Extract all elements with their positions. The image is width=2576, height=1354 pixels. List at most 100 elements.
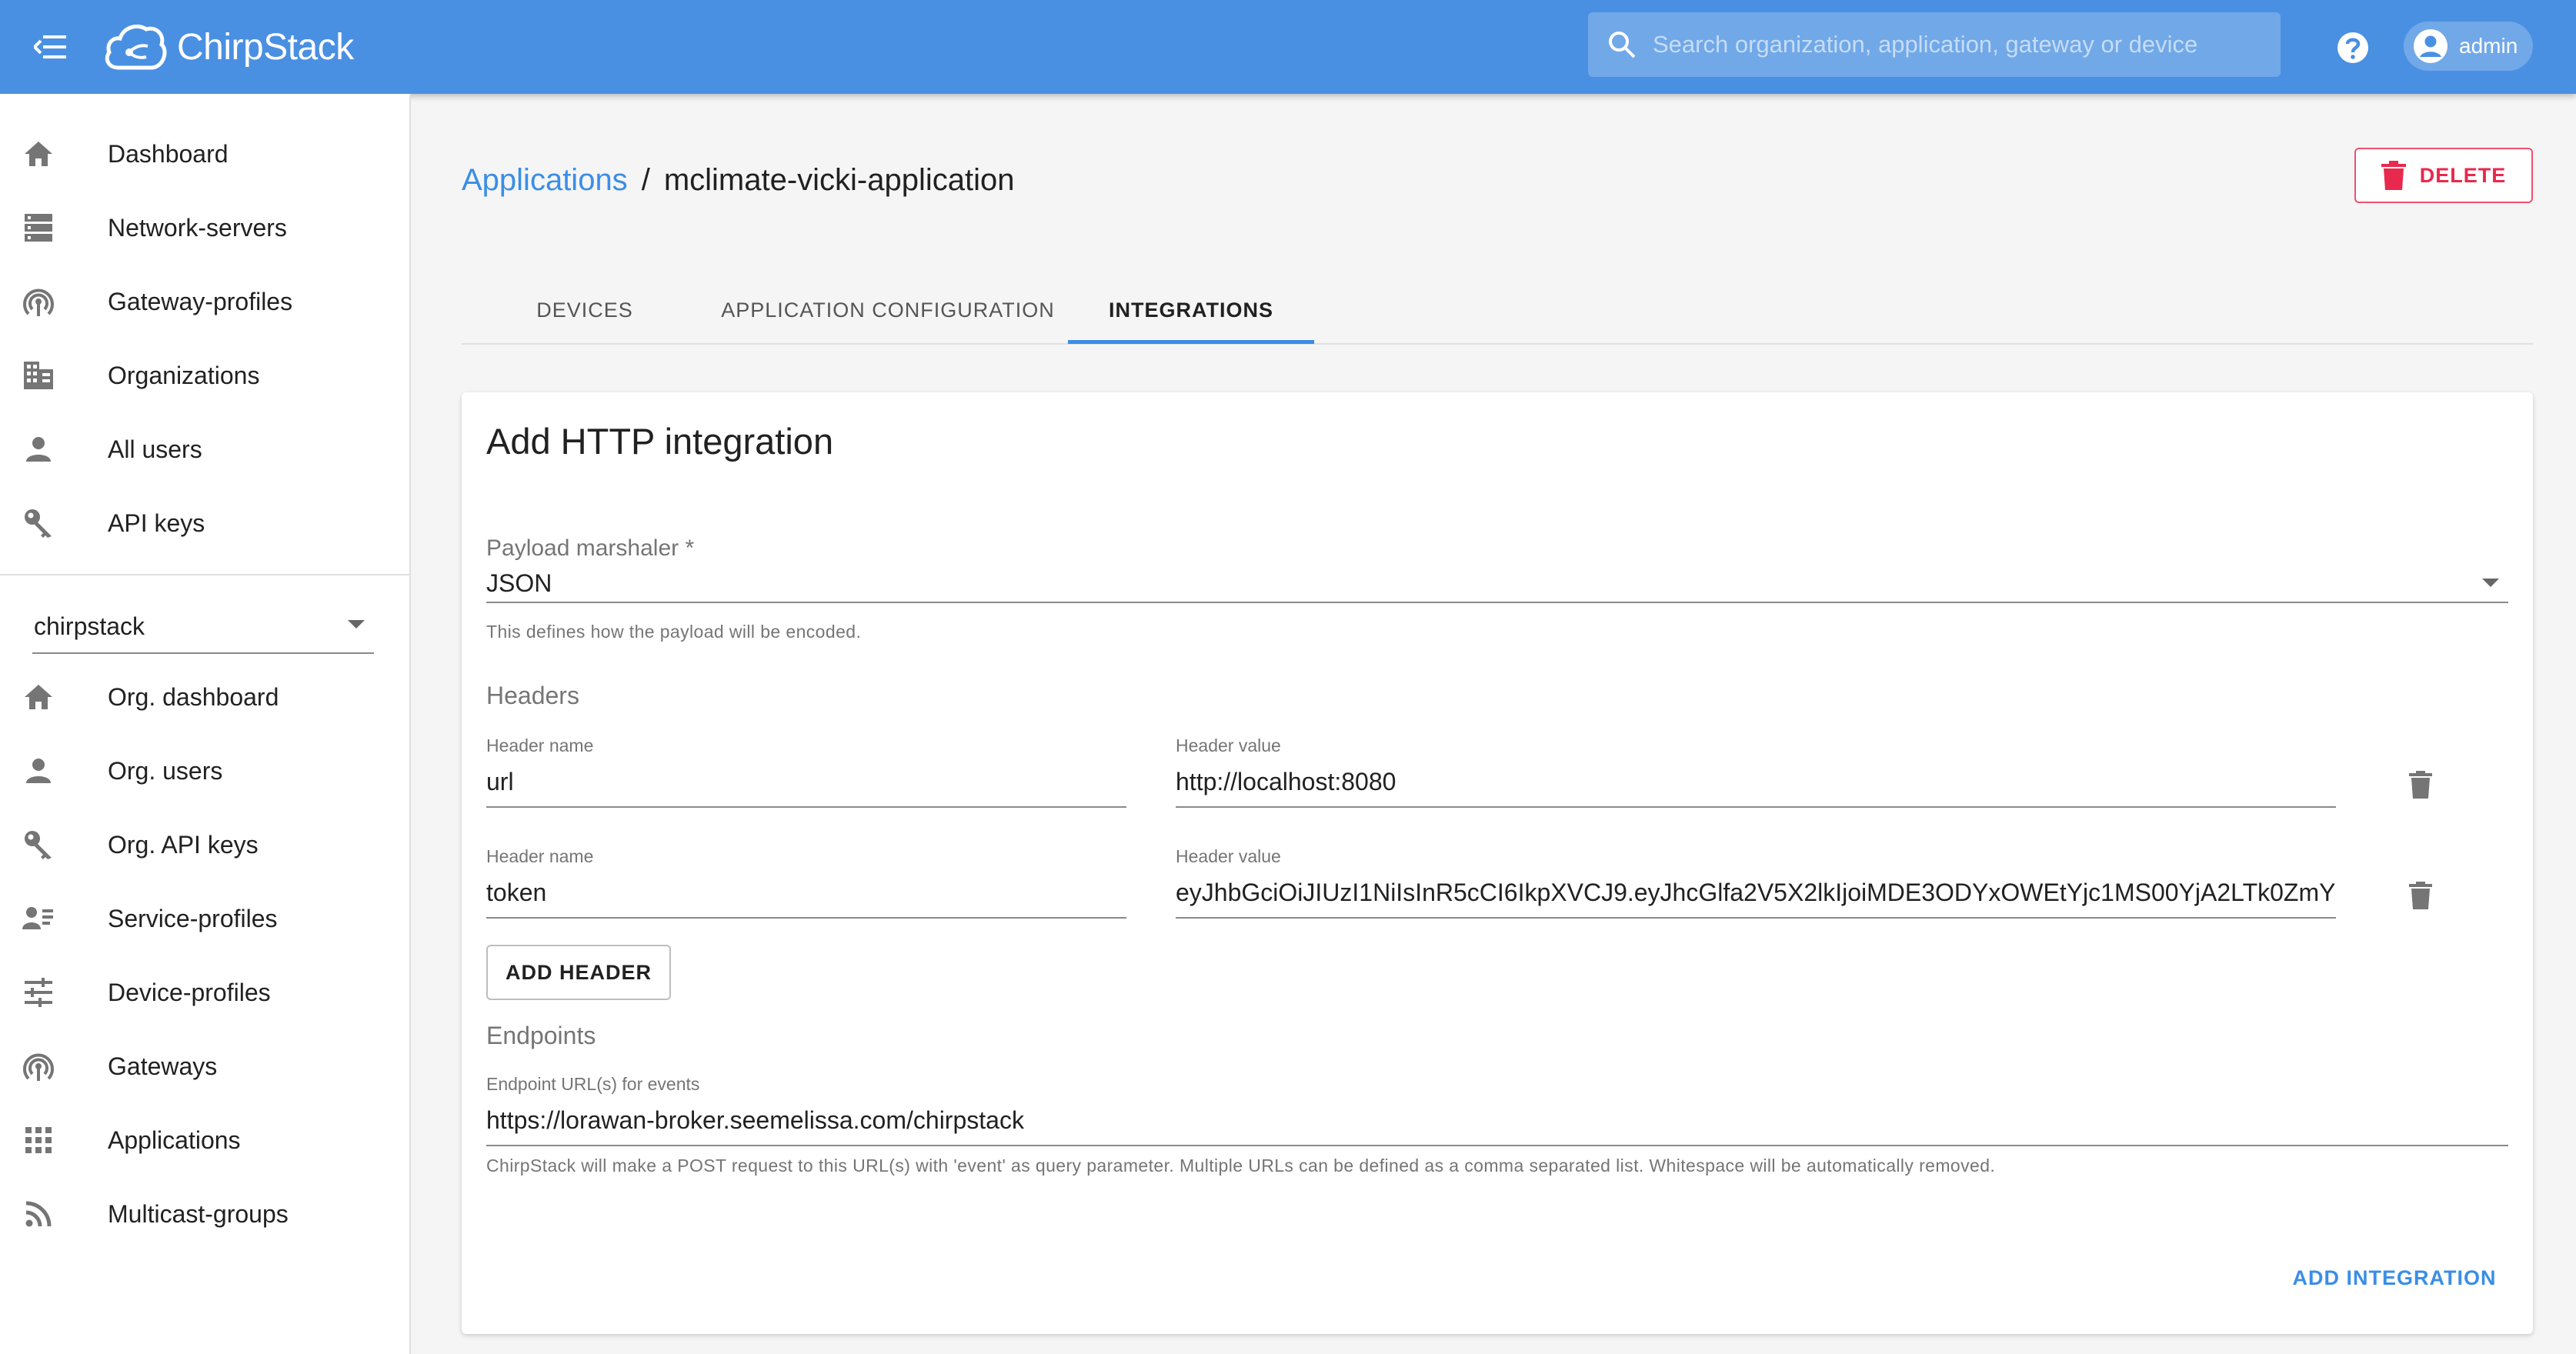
form-title: Add HTTP integration (486, 421, 834, 462)
help-button[interactable] (2331, 26, 2374, 69)
sidebar: Dashboard Network-servers Gateway-profil… (0, 94, 411, 1354)
dropdown-arrow-icon (2482, 579, 2499, 587)
payload-marshaler-value: JSON (486, 569, 552, 597)
key-icon (20, 826, 57, 863)
field-underline (486, 806, 1126, 808)
header-value-label: Header value (1176, 735, 1281, 755)
help-circle-icon (2337, 32, 2368, 63)
sidebar-item-label: Multicast-groups (108, 1199, 289, 1228)
active-tab-indicator (1068, 340, 1314, 344)
sidebar-item-org-api-keys[interactable]: Org. API keys (0, 808, 409, 882)
menu-open-icon (34, 35, 66, 58)
sidebar-item-label: Gateways (108, 1052, 218, 1080)
sidebar-item-label: Service-profiles (108, 904, 278, 932)
sidebar-divider (0, 574, 409, 575)
brand-name: ChirpStack (177, 26, 354, 68)
header-name-field: Header name (486, 846, 1126, 920)
http-integration-form: Add HTTP integration Payload marshaler *… (462, 392, 2533, 1334)
sidebar-item-all-users[interactable]: All users (0, 412, 409, 486)
sidebar-item-label: Org. users (108, 756, 223, 785)
organization-select-value: chirpstack (34, 612, 145, 640)
delete-button[interactable]: DELETE (2354, 148, 2533, 203)
payload-marshaler-helper: This defines how the payload will be enc… (486, 622, 862, 642)
header-name-field: Header name (486, 735, 1126, 809)
sidebar-item-label: Applications (108, 1126, 241, 1154)
endpoint-url-label: Endpoint URL(s) for events (486, 1074, 700, 1094)
header-value-field: Header value (1176, 735, 2336, 809)
username: admin (2459, 34, 2518, 58)
add-integration-button[interactable]: ADD INTEGRATION (2279, 1245, 2510, 1311)
field-underline (1176, 917, 2336, 919)
header-name-input[interactable] (486, 765, 1126, 799)
user-menu[interactable]: admin (2404, 22, 2533, 71)
breadcrumb: Applications / mclimate-vicki-applicatio… (462, 163, 1015, 198)
tab-integrations[interactable]: INTEGRATIONS (1068, 275, 1314, 345)
application-tabs: DEVICES APPLICATION CONFIGURATION INTEGR… (462, 275, 2533, 345)
sidebar-item-dashboard[interactable]: Dashboard (0, 117, 409, 191)
account-details-icon (20, 900, 57, 937)
person-icon (20, 431, 57, 468)
app-bar: ChirpStack admin (0, 0, 2576, 94)
header-name-label: Header name (486, 735, 594, 755)
trash-icon (2381, 161, 2406, 190)
sidebar-item-org-dashboard[interactable]: Org. dashboard (0, 660, 409, 734)
header-value-input[interactable] (1176, 875, 2336, 909)
header-value-input[interactable] (1176, 765, 2336, 799)
header-value-field: Header value (1176, 846, 2336, 920)
sidebar-item-service-profiles[interactable]: Service-profiles (0, 882, 409, 955)
home-icon (20, 135, 57, 172)
endpoint-url-field: Endpoint URL(s) for events (486, 1074, 2508, 1148)
tab-devices[interactable]: DEVICES (462, 275, 708, 345)
brand-logo[interactable]: ChirpStack (102, 14, 354, 80)
broadcast-icon (20, 1048, 57, 1085)
endpoints-section-title: Endpoints (486, 1022, 596, 1049)
breadcrumb-separator: / (641, 163, 650, 197)
chirpstack-logo-icon (105, 25, 167, 70)
search-icon (1602, 25, 1642, 65)
payload-marshaler-select[interactable]: Payload marshaler * JSON (486, 535, 2508, 605)
remove-header-button[interactable] (2401, 765, 2441, 805)
sidebar-item-label: Network-servers (108, 213, 287, 242)
sidebar-item-api-keys[interactable]: API keys (0, 486, 409, 560)
search-input[interactable] (1642, 12, 2281, 77)
key-icon (20, 505, 57, 542)
page-title: mclimate-vicki-application (663, 163, 1015, 197)
account-circle-icon (2411, 27, 2450, 65)
delete-button-label: DELETE (2419, 163, 2507, 187)
remove-header-button[interactable] (2401, 875, 2441, 915)
sidebar-item-applications[interactable]: Applications (0, 1103, 409, 1177)
sidebar-item-multicast-groups[interactable]: Multicast-groups (0, 1177, 409, 1251)
sidebar-item-gateway-profiles[interactable]: Gateway-profiles (0, 265, 409, 338)
payload-marshaler-label: Payload marshaler * (486, 535, 695, 561)
rss-icon (20, 1196, 57, 1232)
sidebar-item-label: Dashboard (108, 139, 229, 168)
sidebar-item-network-servers[interactable]: Network-servers (0, 191, 409, 265)
field-underline (486, 917, 1126, 919)
header-value-label: Header value (1176, 846, 1281, 866)
endpoint-url-input[interactable] (486, 1103, 2508, 1137)
apps-grid-icon (20, 1122, 57, 1159)
organization-select[interactable]: chirpstack (32, 585, 374, 654)
collapse-menu-button[interactable] (28, 25, 74, 68)
field-underline (486, 602, 2508, 603)
header-name-label: Header name (486, 846, 594, 866)
sidebar-item-label: Org. API keys (108, 830, 259, 859)
dropdown-arrow-icon (348, 620, 365, 629)
headers-section-title: Headers (486, 682, 579, 709)
tab-application-configuration[interactable]: APPLICATION CONFIGURATION (708, 275, 1068, 345)
sidebar-item-org-users[interactable]: Org. users (0, 734, 409, 808)
breadcrumb-applications-link[interactable]: Applications (462, 163, 628, 198)
global-search[interactable] (1588, 12, 2281, 77)
sidebar-item-device-profiles[interactable]: Device-profiles (0, 955, 409, 1029)
sidebar-item-label: Org. dashboard (108, 682, 279, 711)
sidebar-item-gateways[interactable]: Gateways (0, 1029, 409, 1103)
sidebar-item-organizations[interactable]: Organizations (0, 338, 409, 412)
endpoint-url-helper: ChirpStack will make a POST request to t… (486, 1156, 1996, 1176)
home-icon (20, 679, 57, 715)
sidebar-item-label: Organizations (108, 361, 260, 389)
broadcast-icon (20, 283, 57, 320)
add-header-button[interactable]: ADD HEADER (486, 945, 671, 1000)
header-name-input[interactable] (486, 875, 1126, 909)
sidebar-item-label: Gateway-profiles (108, 287, 293, 315)
sidebar-item-label: Device-profiles (108, 978, 271, 1006)
